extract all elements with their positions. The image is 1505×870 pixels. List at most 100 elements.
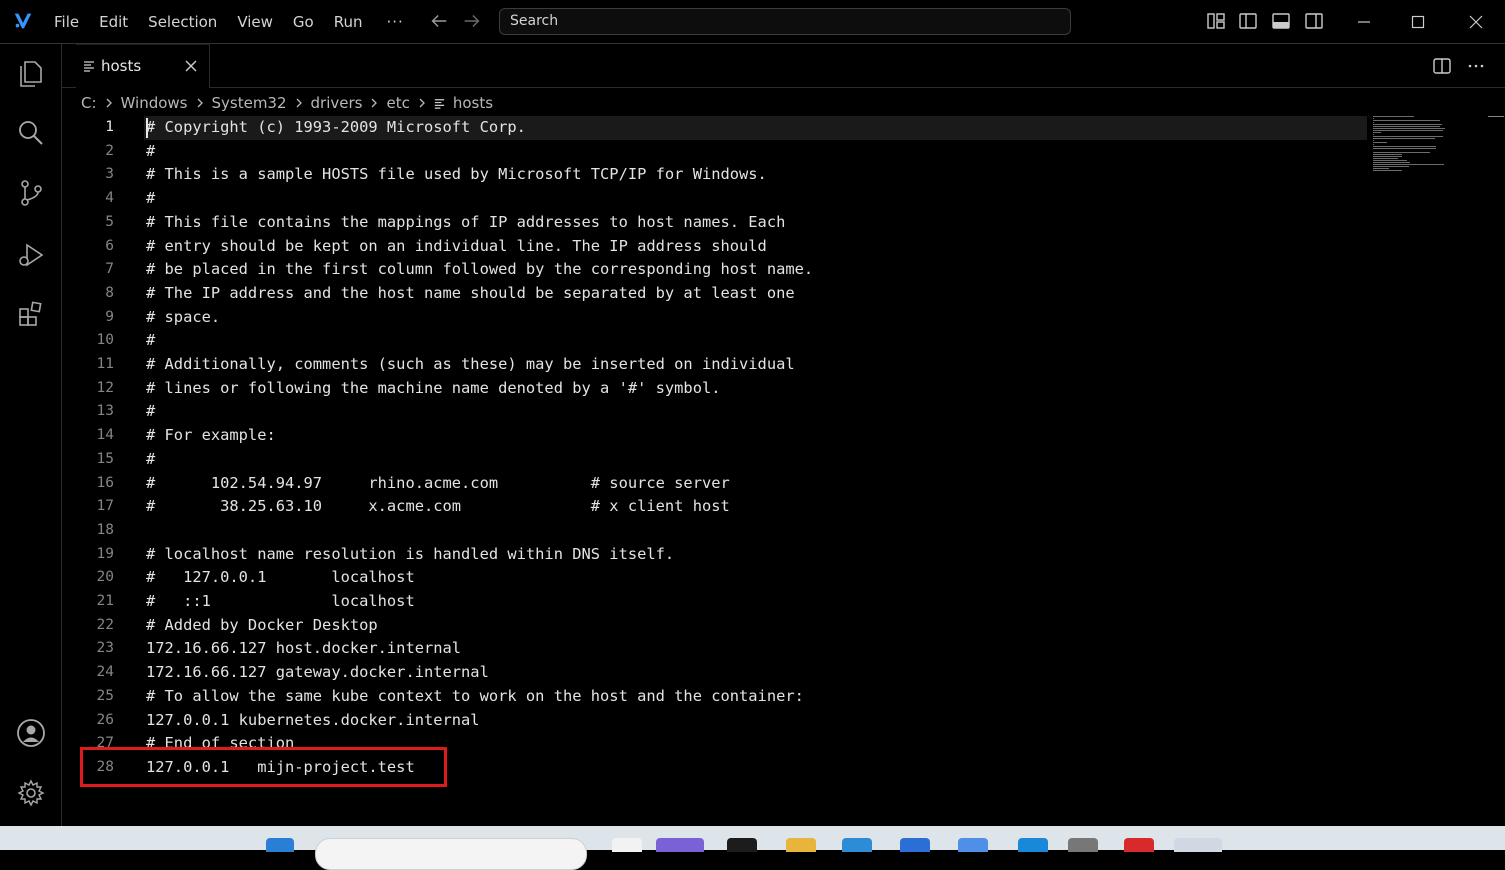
line-number: 2 [105, 142, 114, 159]
code-line[interactable]: 25 # To allow the same kube context to wo… [62, 685, 1367, 709]
menu-edit[interactable]: Edit [89, 0, 138, 44]
line-text: # lines or following the machine name de… [146, 378, 721, 397]
code-line[interactable]: 18 [62, 519, 1367, 543]
minimap-line [1373, 120, 1440, 122]
minimize-icon[interactable] [1352, 10, 1376, 34]
breadcrumb-drivers[interactable]: drivers [310, 94, 364, 112]
line-text: # Copyright (c) 1993-2009 Microsoft Corp… [146, 118, 526, 136]
breadcrumb-drive[interactable]: C: [80, 94, 98, 112]
code-line[interactable]: 13 # [62, 400, 1367, 424]
line-text: # be placed in the first column followed… [146, 260, 814, 279]
editor-tab-bar: hosts [62, 44, 1505, 88]
menu-more[interactable]: ··· [373, 13, 418, 31]
toggle-panel-icon[interactable] [1271, 11, 1291, 31]
line-number: 1 [105, 119, 114, 135]
code-line[interactable]: 20 # 127.0.0.1 localhost [62, 566, 1367, 590]
line-text: # [146, 189, 156, 208]
code-line[interactable]: 19 # localhost name resolution is handled… [62, 543, 1367, 567]
code-line[interactable]: 24 172.16.66.127 gateway.docker.internal [62, 661, 1367, 685]
breadcrumb-windows[interactable]: Windows [120, 94, 189, 112]
code-line[interactable]: 15 # [62, 448, 1367, 472]
code-line[interactable]: 9 # space. [62, 306, 1367, 330]
taskbar-search[interactable] [315, 838, 587, 870]
line-text: # Added by Docker Desktop [146, 615, 378, 634]
menu-file[interactable]: File [44, 0, 89, 44]
code-line[interactable]: 21 # ::1 localhost [62, 590, 1367, 614]
explorer-icon[interactable] [15, 57, 47, 89]
line-number: 25 [96, 687, 114, 704]
text-cursor [146, 118, 148, 138]
line-text: # space. [146, 307, 221, 326]
line-text: 127.0.0.1 kubernetes.docker.internal [146, 710, 480, 729]
menu-run[interactable]: Run [324, 0, 373, 44]
command-center-search[interactable]: Search [499, 8, 1071, 35]
code-line[interactable]: 22 # Added by Docker Desktop [62, 614, 1367, 638]
line-text: # [146, 141, 156, 160]
tab-hosts[interactable]: hosts [76, 44, 210, 88]
line-number: 24 [96, 664, 114, 681]
split-editor-icon[interactable] [1432, 56, 1452, 76]
toggle-secondary-sidebar-icon[interactable] [1304, 11, 1324, 31]
menu-selection[interactable]: Selection [138, 0, 227, 44]
line-number: 13 [96, 403, 114, 420]
menu-go[interactable]: Go [283, 0, 324, 44]
source-control-icon[interactable] [15, 177, 47, 209]
close-icon[interactable] [1464, 10, 1488, 34]
minimap[interactable] [1373, 116, 1453, 176]
accounts-icon[interactable] [15, 717, 47, 749]
extensions-icon[interactable] [15, 298, 47, 330]
file-lines-icon [84, 61, 94, 72]
code-line[interactable]: 12 # lines or following the machine name … [62, 377, 1367, 401]
code-line[interactable]: 4 # [62, 187, 1367, 211]
line-number: 21 [96, 593, 114, 609]
chevron-right-icon [106, 98, 112, 108]
code-line[interactable]: 8 # The IP address and the host name shou… [62, 282, 1367, 306]
code-line[interactable]: 11 # Additionally, comments (such as thes… [62, 353, 1367, 377]
line-number: 4 [105, 190, 114, 207]
maximize-icon[interactable] [1406, 10, 1430, 34]
line-number: 15 [96, 450, 114, 467]
search-icon[interactable] [15, 117, 47, 149]
menu-view[interactable]: View [227, 0, 283, 44]
arrow-right-icon[interactable] [461, 10, 483, 32]
line-number: 10 [96, 332, 114, 349]
code-line[interactable]: 2 # [62, 140, 1367, 164]
code-line[interactable]: 17 # 38.25.63.10 x.acme.com # x client ho… [62, 495, 1367, 519]
app-logo-icon[interactable] [12, 10, 34, 32]
code-line[interactable]: 10 # [62, 329, 1367, 353]
run-debug-icon[interactable] [15, 239, 47, 271]
customize-layout-icon[interactable] [1206, 11, 1226, 31]
breadcrumb-etc[interactable]: etc [385, 94, 410, 112]
code-line[interactable]: 14 # For example: [62, 424, 1367, 448]
code-line[interactable]: 26 127.0.0.1 kubernetes.docker.internal [62, 709, 1367, 733]
minimap-line [1373, 142, 1387, 144]
line-number: 6 [105, 237, 114, 254]
code-line[interactable]: 7 # be placed in the first column followe… [62, 258, 1367, 282]
code-line[interactable]: 1 # Copyright (c) 1993-2009 Microsoft Cor… [62, 116, 1367, 140]
settings-gear-icon[interactable] [15, 777, 47, 809]
file-lines-icon [434, 98, 444, 109]
toggle-primary-sidebar-icon[interactable] [1238, 11, 1258, 31]
tab-label: hosts [101, 57, 142, 75]
code-line[interactable]: 6 # entry should be kept on an individual… [62, 235, 1367, 259]
tab-close-icon[interactable] [183, 58, 199, 74]
annotation-highlight-box [80, 747, 447, 787]
code-line[interactable]: 23 172.16.66.127 host.docker.internal [62, 637, 1367, 661]
arrow-left-icon[interactable] [428, 10, 450, 32]
code-editor[interactable]: 1 # Copyright (c) 1993-2009 Microsoft Cor… [62, 116, 1505, 826]
more-actions-icon[interactable] [1466, 56, 1486, 76]
search-placeholder: Search [510, 13, 559, 29]
line-number: 12 [96, 379, 114, 396]
breadcrumb-system32[interactable]: System32 [211, 94, 288, 112]
code-line[interactable]: 3 # This is a sample HOSTS file used by M… [62, 163, 1367, 187]
line-number: 3 [105, 166, 114, 183]
activity-bar [0, 44, 62, 826]
line-text: # localhost name resolution is handled w… [146, 544, 675, 563]
line-number: 22 [96, 616, 114, 633]
line-text: # This is a sample HOSTS file used by Mi… [146, 165, 767, 184]
minimap-line [1373, 170, 1402, 172]
breadcrumb-hosts[interactable]: hosts [452, 94, 494, 112]
code-line[interactable]: 16 # 102.54.94.97 rhino.acme.com # source… [62, 472, 1367, 496]
code-line[interactable]: 5 # This file contains the mappings of IP… [62, 211, 1367, 235]
line-number: 9 [105, 308, 114, 325]
